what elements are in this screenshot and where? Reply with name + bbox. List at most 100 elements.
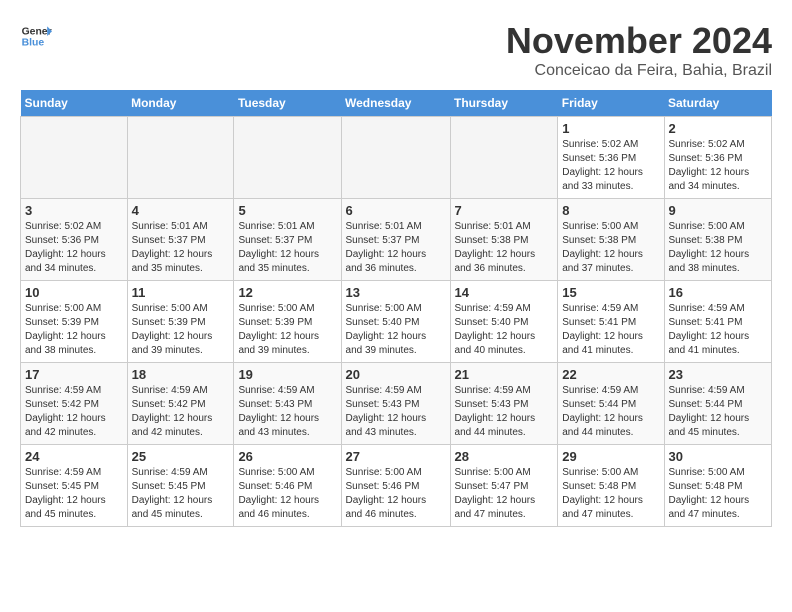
day-number: 24 (25, 449, 123, 464)
calendar-cell: 26 Sunrise: 5:00 AM Sunset: 5:46 PM Dayli… (234, 445, 341, 527)
svg-text:Blue: Blue (22, 38, 45, 49)
day-number: 8 (562, 203, 659, 218)
calendar-cell: 21 Sunrise: 4:59 AM Sunset: 5:43 PM Dayli… (450, 363, 558, 445)
calendar-cell (127, 117, 234, 199)
calendar-cell: 12Sunrise: 5:00 AM Sunset: 5:39 PM Dayli… (234, 281, 341, 363)
calendar-cell (234, 117, 341, 199)
calendar-cell: 19 Sunrise: 4:59 AM Sunset: 5:43 PM Dayli… (234, 363, 341, 445)
day-info: Sunrise: 5:00 AM Sunset: 5:46 PM Dayligh… (346, 466, 446, 522)
day-number: 9 (669, 203, 768, 218)
day-number: 22 (562, 367, 659, 382)
day-number: 12 (238, 285, 336, 300)
calendar-cell: 24 Sunrise: 4:59 AM Sunset: 5:45 PM Dayli… (21, 445, 128, 527)
day-info: Sunrise: 4:59 AM Sunset: 5:42 PM Dayligh… (25, 384, 123, 440)
day-number: 14 (455, 285, 554, 300)
day-info: Sunrise: 5:00 AM Sunset: 5:48 PM Dayligh… (669, 466, 768, 522)
day-number: 26 (238, 449, 336, 464)
calendar-cell: 4Sunrise: 5:01 AM Sunset: 5:37 PM Daylig… (127, 199, 234, 281)
calendar-cell: 27Sunrise: 5:00 AM Sunset: 5:46 PM Dayli… (341, 445, 450, 527)
day-info: Sunrise: 5:02 AM Sunset: 5:36 PM Dayligh… (25, 220, 123, 276)
day-number: 13 (346, 285, 446, 300)
calendar-cell: 29 Sunrise: 5:00 AM Sunset: 5:48 PM Dayli… (558, 445, 664, 527)
calendar-cell: 20 Sunrise: 4:59 AM Sunset: 5:43 PM Dayli… (341, 363, 450, 445)
weekday-header: Saturday (664, 90, 772, 117)
day-info: Sunrise: 5:00 AM Sunset: 5:46 PM Dayligh… (238, 466, 336, 522)
day-info: Sunrise: 5:01 AM Sunset: 5:37 PM Dayligh… (346, 220, 446, 276)
calendar-cell: 3 Sunrise: 5:02 AM Sunset: 5:36 PM Daylig… (21, 199, 128, 281)
day-number: 29 (562, 449, 659, 464)
calendar-week-row: 10 Sunrise: 5:00 AM Sunset: 5:39 PM Dayli… (21, 281, 772, 363)
calendar-cell: 9 Sunrise: 5:00 AM Sunset: 5:38 PM Daylig… (664, 199, 772, 281)
calendar-table: SundayMondayTuesdayWednesdayThursdayFrid… (20, 90, 772, 527)
day-number: 23 (669, 367, 768, 382)
day-info: Sunrise: 5:01 AM Sunset: 5:37 PM Dayligh… (238, 220, 336, 276)
logo-icon: General Blue (20, 20, 52, 52)
calendar-cell: 22Sunrise: 4:59 AM Sunset: 5:44 PM Dayli… (558, 363, 664, 445)
day-number: 18 (132, 367, 230, 382)
day-number: 21 (455, 367, 554, 382)
calendar-cell: 13 Sunrise: 5:00 AM Sunset: 5:40 PM Dayli… (341, 281, 450, 363)
title-block: November 2024 Conceicao da Feira, Bahia,… (506, 20, 772, 80)
day-number: 6 (346, 203, 446, 218)
day-number: 16 (669, 285, 768, 300)
day-info: Sunrise: 4:59 AM Sunset: 5:43 PM Dayligh… (238, 384, 336, 440)
calendar-cell: 17 Sunrise: 4:59 AM Sunset: 5:42 PM Dayli… (21, 363, 128, 445)
calendar-cell: 8 Sunrise: 5:00 AM Sunset: 5:38 PM Daylig… (558, 199, 664, 281)
day-info: Sunrise: 4:59 AM Sunset: 5:44 PM Dayligh… (669, 384, 768, 440)
day-number: 19 (238, 367, 336, 382)
weekday-header: Sunday (21, 90, 128, 117)
weekday-header: Monday (127, 90, 234, 117)
weekday-header: Wednesday (341, 90, 450, 117)
day-info: Sunrise: 5:00 AM Sunset: 5:38 PM Dayligh… (669, 220, 768, 276)
day-info: Sunrise: 4:59 AM Sunset: 5:45 PM Dayligh… (132, 466, 230, 522)
weekday-header: Tuesday (234, 90, 341, 117)
calendar-cell: 14 Sunrise: 4:59 AM Sunset: 5:40 PM Dayli… (450, 281, 558, 363)
calendar-cell: 25Sunrise: 4:59 AM Sunset: 5:45 PM Dayli… (127, 445, 234, 527)
calendar-cell (21, 117, 128, 199)
calendar-cell: 10 Sunrise: 5:00 AM Sunset: 5:39 PM Dayli… (21, 281, 128, 363)
day-number: 28 (455, 449, 554, 464)
day-number: 2 (669, 121, 768, 136)
day-number: 3 (25, 203, 123, 218)
day-info: Sunrise: 5:00 AM Sunset: 5:39 PM Dayligh… (132, 302, 230, 358)
calendar-cell: 6 Sunrise: 5:01 AM Sunset: 5:37 PM Daylig… (341, 199, 450, 281)
day-info: Sunrise: 4:59 AM Sunset: 5:41 PM Dayligh… (562, 302, 659, 358)
day-number: 10 (25, 285, 123, 300)
day-info: Sunrise: 5:00 AM Sunset: 5:48 PM Dayligh… (562, 466, 659, 522)
weekday-header-row: SundayMondayTuesdayWednesdayThursdayFrid… (21, 90, 772, 117)
logo: General Blue (20, 20, 52, 52)
calendar-cell: 7Sunrise: 5:01 AM Sunset: 5:38 PM Daylig… (450, 199, 558, 281)
day-number: 17 (25, 367, 123, 382)
calendar-cell: 11 Sunrise: 5:00 AM Sunset: 5:39 PM Dayli… (127, 281, 234, 363)
day-info: Sunrise: 4:59 AM Sunset: 5:43 PM Dayligh… (455, 384, 554, 440)
day-info: Sunrise: 5:02 AM Sunset: 5:36 PM Dayligh… (669, 138, 768, 194)
day-info: Sunrise: 5:01 AM Sunset: 5:37 PM Dayligh… (132, 220, 230, 276)
day-number: 7 (455, 203, 554, 218)
month-title: November 2024 (506, 20, 772, 62)
calendar-cell: 15 Sunrise: 4:59 AM Sunset: 5:41 PM Dayli… (558, 281, 664, 363)
calendar-cell: 2 Sunrise: 5:02 AM Sunset: 5:36 PM Daylig… (664, 117, 772, 199)
day-number: 11 (132, 285, 230, 300)
calendar-week-row: 17 Sunrise: 4:59 AM Sunset: 5:42 PM Dayli… (21, 363, 772, 445)
calendar-week-row: 1 Sunrise: 5:02 AM Sunset: 5:36 PM Daylig… (21, 117, 772, 199)
day-info: Sunrise: 4:59 AM Sunset: 5:42 PM Dayligh… (132, 384, 230, 440)
calendar-cell: 5 Sunrise: 5:01 AM Sunset: 5:37 PM Daylig… (234, 199, 341, 281)
day-info: Sunrise: 5:00 AM Sunset: 5:39 PM Dayligh… (25, 302, 123, 358)
day-number: 15 (562, 285, 659, 300)
day-info: Sunrise: 5:00 AM Sunset: 5:40 PM Dayligh… (346, 302, 446, 358)
location-subtitle: Conceicao da Feira, Bahia, Brazil (506, 62, 772, 80)
day-info: Sunrise: 4:59 AM Sunset: 5:45 PM Dayligh… (25, 466, 123, 522)
calendar-cell: 16Sunrise: 4:59 AM Sunset: 5:41 PM Dayli… (664, 281, 772, 363)
calendar-week-row: 3 Sunrise: 5:02 AM Sunset: 5:36 PM Daylig… (21, 199, 772, 281)
calendar-cell (450, 117, 558, 199)
day-number: 30 (669, 449, 768, 464)
day-number: 5 (238, 203, 336, 218)
calendar-cell: 23 Sunrise: 4:59 AM Sunset: 5:44 PM Dayli… (664, 363, 772, 445)
day-number: 1 (562, 121, 659, 136)
day-number: 20 (346, 367, 446, 382)
calendar-cell: 18 Sunrise: 4:59 AM Sunset: 5:42 PM Dayli… (127, 363, 234, 445)
day-info: Sunrise: 5:00 AM Sunset: 5:38 PM Dayligh… (562, 220, 659, 276)
day-info: Sunrise: 4:59 AM Sunset: 5:43 PM Dayligh… (346, 384, 446, 440)
day-info: Sunrise: 4:59 AM Sunset: 5:40 PM Dayligh… (455, 302, 554, 358)
calendar-cell: 1Sunrise: 5:02 AM Sunset: 5:36 PM Daylig… (558, 117, 664, 199)
